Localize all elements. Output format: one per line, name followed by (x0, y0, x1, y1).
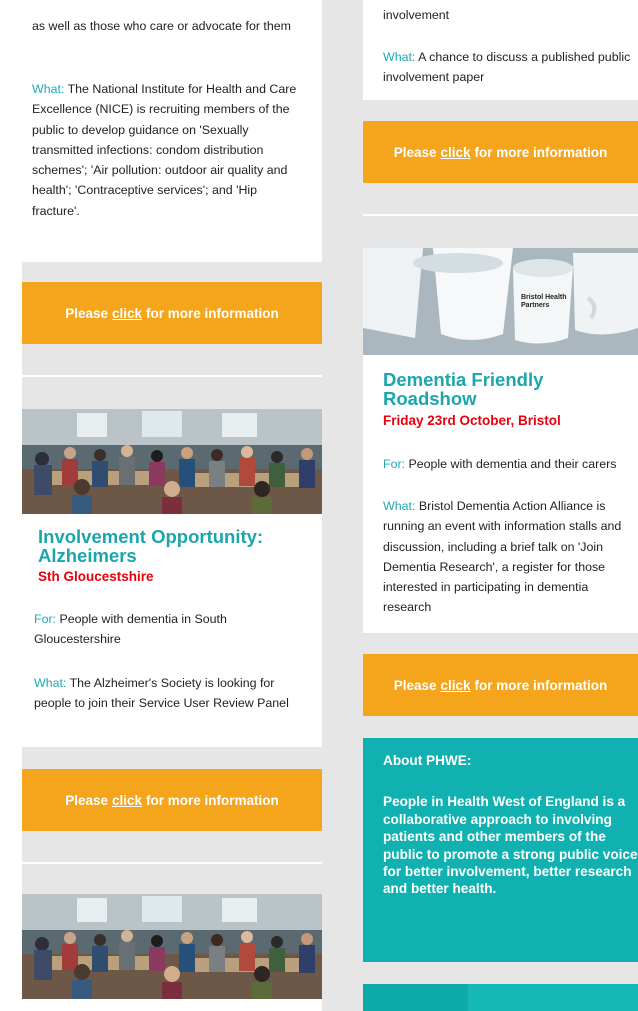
click-link[interactable]: click (112, 306, 142, 321)
for-text: For: People with dementia and their care… (383, 454, 638, 474)
cta-text-post: for more information (474, 677, 608, 693)
meeting-photo (22, 894, 322, 999)
what-text: Bristol Dementia Action Alliance is runn… (383, 499, 622, 615)
click-link[interactable]: click (112, 793, 142, 808)
cta-text-post: for more information (474, 144, 608, 160)
cta-text-post: for more information (146, 792, 279, 808)
section-divider (363, 214, 638, 216)
what-text: The Alzheimer's Society is looking for p… (34, 676, 289, 711)
mugs-photo: Bristol Health Partners (363, 248, 638, 355)
for-label: For: (383, 457, 406, 471)
what-block: What: Bristol Dementia Action Alliance i… (383, 496, 638, 618)
nice-card-what: What: The National Institute for Health … (32, 79, 308, 221)
nice-card-intro: as well as those who care or advocate fo… (32, 19, 291, 33)
cta-text-pre: Please (393, 144, 437, 160)
about-heading: About PHWE: (383, 753, 472, 768)
card-subtitle: Friday 23rd October, Bristol (383, 413, 561, 428)
mug-text: Bristol Health Partners (521, 294, 567, 309)
what-block: What: The Alzheimer's Society is looking… (34, 673, 304, 714)
cta-text-pre: Please (393, 677, 437, 693)
cta-text-pre: Please (65, 792, 108, 808)
more-info-button[interactable]: Please click for more information (22, 282, 322, 344)
click-link[interactable]: click (441, 145, 471, 160)
section-divider (22, 862, 322, 864)
for-label: For: (34, 612, 57, 626)
cta-text-pre: Please (65, 305, 108, 321)
card-title: Dementia Friendly Roadshow (383, 369, 544, 409)
card-subtitle: Sth Gloucestshire (38, 569, 154, 584)
what-block: What: A chance to discuss a published pu… (383, 47, 638, 88)
cta-text-post: for more information (146, 305, 279, 321)
what-label: What: (383, 499, 416, 513)
about-body: People in Health West of England is a co… (383, 794, 638, 897)
what-text: A chance to discuss a published public i… (383, 50, 631, 85)
cut-off-text (22, 0, 322, 4)
alzheimers-card: Involvement Opportunity: Alzheimers Sth … (22, 409, 322, 747)
involvement-paper-card: involvement What: A chance to discuss a … (363, 0, 638, 100)
left-gutter (0, 0, 22, 1011)
click-link[interactable]: click (441, 678, 471, 693)
dementia-roadshow-card: Bristol Health Partners Dementia Friendl… (363, 248, 638, 633)
for-value: People with dementia and their carers (408, 457, 617, 471)
nice-card: as well as those who care or advocate fo… (22, 0, 322, 262)
section-divider (22, 375, 322, 377)
what-label: What: (383, 50, 416, 64)
next-card (22, 894, 322, 1011)
meeting-photo (22, 409, 322, 514)
more-info-button[interactable]: Please click for more information (363, 654, 638, 716)
next-panel (363, 984, 638, 1011)
what-label: What: (34, 676, 67, 690)
more-info-button[interactable]: Please click for more information (22, 769, 322, 831)
what-text: The National Institute for Health and Ca… (32, 82, 297, 218)
what-label: What: (32, 82, 65, 96)
for-value: People with dementia in South Gloucester… (34, 612, 227, 647)
more-info-button[interactable]: Please click for more information (363, 121, 638, 183)
card-title: Involvement Opportunity: Alzheimers (38, 526, 264, 566)
about-phwe-panel: About PHWE: People in Health West of Eng… (363, 738, 638, 962)
card-intro: involvement (383, 8, 450, 22)
for-text: For: People with dementia in South Glouc… (34, 609, 304, 650)
